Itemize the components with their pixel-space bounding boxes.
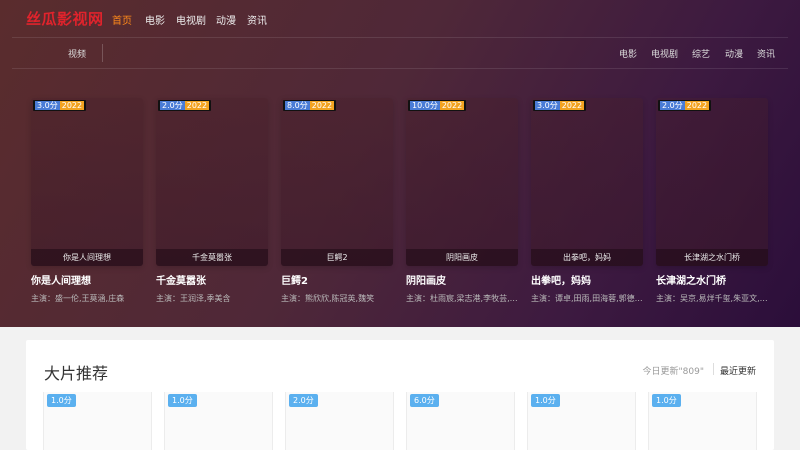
recommend-card[interactable]: 1.0分 [648, 392, 757, 450]
poster-image[interactable]: 10.0分 2022 阴阳画皮 [406, 98, 518, 266]
hero-card[interactable]: 3.0分 2022 出拳吧，妈妈 出拳吧，妈妈 主演：谭卓,田雨,田海蓉,郭德维… [531, 98, 643, 304]
subnav-variety[interactable]: 综艺 [692, 47, 710, 60]
poster-title: 出拳吧，妈妈 [531, 249, 643, 266]
badge-group: 3.0分 2022 [33, 100, 87, 111]
poster-title: 长津湖之水门桥 [656, 249, 768, 266]
nav-tv[interactable]: 电视剧 [176, 12, 206, 27]
movie-cast: 主演：杜雨宸,梁志港,李牧芸,孙... [406, 294, 518, 303]
movie-title[interactable]: 你是人间理想 [31, 272, 143, 287]
latest-update-link[interactable]: 最近更新 [720, 364, 756, 377]
hero-card[interactable]: 3.0分 2022 你是人间理想 你是人间理想 主演：盛一伦,王莫涵,庄森 [31, 98, 143, 304]
recommend-panel: 大片推荐 今日更新"809" 最近更新 1.0分 1.0分 2.0分 6.0分 … [26, 340, 774, 450]
recommend-card[interactable]: 2.0分 [285, 392, 394, 450]
recommend-card[interactable]: 1.0分 [164, 392, 273, 450]
subnav-movies[interactable]: 电影 [619, 47, 637, 60]
badge-group: 2.0分 2022 [658, 100, 712, 111]
score-badge: 2.0分 [660, 101, 685, 110]
recommend-card[interactable]: 1.0分 [527, 392, 636, 450]
subnav-divider [12, 68, 788, 69]
score-badge: 1.0分 [168, 394, 197, 407]
year-badge: 2022 [184, 101, 210, 110]
top-navigation: 丝瓜影视网 首页 电影 电视剧 动漫 资讯 [0, 0, 800, 37]
nav-movies[interactable]: 电影 [145, 12, 165, 27]
hero-card[interactable]: 8.0分 2022 巨鳄2 巨鳄2 主演：熊欣欣,陈冠英,魏笑 [281, 98, 393, 304]
subnav-separator [102, 44, 103, 62]
year-badge: 2022 [309, 101, 335, 110]
subnav-video[interactable]: 视频 [68, 47, 86, 60]
poster-title: 你是人间理想 [31, 249, 143, 266]
header-separator [713, 363, 714, 375]
movie-cast: 主演：谭卓,田雨,田海蓉,郭德维... [531, 294, 643, 303]
hero-card[interactable]: 2.0分 2022 长津湖之水门桥 长津湖之水门桥 主演：吴京,易烊千玺,朱亚文… [656, 98, 768, 304]
movie-cast: 主演：吴京,易烊千玺,朱亚文,李... [656, 294, 768, 303]
movie-title[interactable]: 千金莫嚣张 [156, 272, 268, 287]
poster-image[interactable]: 2.0分 2022 千金莫嚣张 [156, 98, 268, 266]
nav-anime[interactable]: 动漫 [216, 12, 236, 27]
poster-image[interactable]: 8.0分 2022 巨鳄2 [281, 98, 393, 266]
movie-title[interactable]: 长津湖之水门桥 [656, 272, 768, 287]
today-update-link[interactable]: 今日更新"809" [643, 364, 704, 377]
score-badge: 2.0分 [289, 394, 318, 407]
movie-cast: 主演：王润泽,季美含 [156, 294, 231, 303]
nav-divider [12, 37, 788, 38]
badge-group: 2.0分 2022 [158, 100, 212, 111]
movie-title[interactable]: 阴阳画皮 [406, 272, 518, 287]
year-badge: 2022 [59, 101, 85, 110]
year-badge: 2022 [439, 101, 465, 110]
badge-group: 8.0分 2022 [283, 100, 337, 111]
movie-cast: 主演：盛一伦,王莫涵,庄森 [31, 294, 125, 303]
nav-home[interactable]: 首页 [112, 12, 132, 27]
score-badge: 3.0分 [35, 101, 60, 110]
score-badge: 1.0分 [652, 394, 681, 407]
site-logo[interactable]: 丝瓜影视网 [26, 8, 104, 29]
subnav-tv[interactable]: 电视剧 [651, 47, 678, 60]
score-badge: 3.0分 [535, 101, 560, 110]
badge-group: 10.0分 2022 [408, 100, 467, 111]
poster-image[interactable]: 3.0分 2022 你是人间理想 [31, 98, 143, 266]
score-badge: 10.0分 [410, 101, 440, 110]
score-badge: 2.0分 [160, 101, 185, 110]
section-title: 大片推荐 [44, 364, 109, 383]
year-badge: 2022 [684, 101, 710, 110]
hero-card[interactable]: 2.0分 2022 千金莫嚣张 千金莫嚣张 主演：王润泽,季美含 [156, 98, 268, 304]
subnav-anime[interactable]: 动漫 [725, 47, 743, 60]
year-badge: 2022 [559, 101, 585, 110]
badge-group: 3.0分 2022 [533, 100, 587, 111]
subnav-news[interactable]: 资讯 [757, 47, 775, 60]
movie-title[interactable]: 巨鳄2 [281, 272, 393, 287]
poster-image[interactable]: 3.0分 2022 出拳吧，妈妈 [531, 98, 643, 266]
movie-cast: 主演：熊欣欣,陈冠英,魏笑 [281, 294, 375, 303]
score-badge: 1.0分 [531, 394, 560, 407]
poster-title: 千金莫嚣张 [156, 249, 268, 266]
recommend-card[interactable]: 1.0分 [43, 392, 152, 450]
score-badge: 6.0分 [410, 394, 439, 407]
score-badge: 1.0分 [47, 394, 76, 407]
score-badge: 8.0分 [285, 101, 310, 110]
movie-title[interactable]: 出拳吧，妈妈 [531, 272, 643, 287]
poster-title: 巨鳄2 [281, 249, 393, 266]
poster-image[interactable]: 2.0分 2022 长津湖之水门桥 [656, 98, 768, 266]
poster-title: 阴阳画皮 [406, 249, 518, 266]
nav-news[interactable]: 资讯 [247, 12, 267, 27]
recommend-card[interactable]: 6.0分 [406, 392, 515, 450]
hero-card[interactable]: 10.0分 2022 阴阳画皮 阴阳画皮 主演：杜雨宸,梁志港,李牧芸,孙... [406, 98, 518, 304]
